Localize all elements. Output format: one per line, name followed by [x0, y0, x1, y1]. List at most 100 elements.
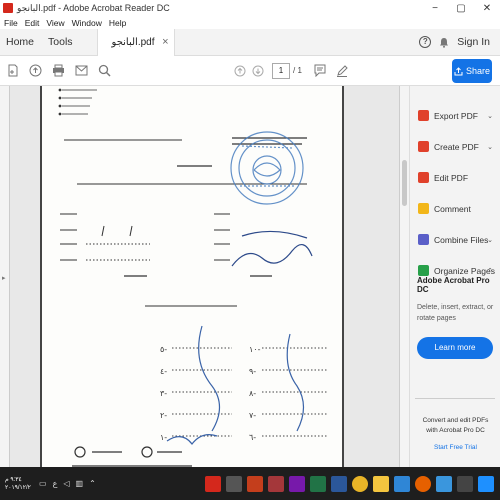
word-taskbar-icon[interactable] [330, 475, 347, 492]
expand-left-panel-icon[interactable]: ▸ [2, 274, 6, 282]
window-title: البانجو.pdf - Adobe Acrobat Reader DC [17, 2, 170, 13]
chrome-taskbar-icon[interactable] [351, 475, 368, 492]
comment-tool-icon [418, 203, 429, 214]
photos-taskbar-icon[interactable] [225, 475, 242, 492]
learn-more-button[interactable]: Learn more [417, 337, 493, 359]
file-explorer-taskbar-icon[interactable] [372, 475, 389, 492]
tool-create-pdf[interactable]: Create PDF ⌄ [410, 131, 500, 162]
next-page-icon[interactable] [252, 65, 264, 77]
svg-text:٣-: ٣- [160, 389, 167, 398]
upload-icon[interactable] [29, 64, 42, 77]
tool-comment[interactable]: Comment [410, 193, 500, 224]
svg-text:١٠-: ١٠- [249, 345, 261, 354]
menu-edit[interactable]: Edit [25, 18, 40, 28]
menu-window[interactable]: Window [72, 18, 102, 28]
tool-export-pdf[interactable]: Export PDF ⌄ [410, 100, 500, 131]
document-tab-label: البانجو.pdf [111, 36, 155, 48]
create-pdf-icon[interactable] [7, 64, 19, 77]
maximize-button[interactable]: ▢ [448, 3, 474, 14]
svg-text:٨-: ٨- [249, 389, 256, 398]
excel-taskbar-icon[interactable] [309, 475, 326, 492]
tab-document[interactable]: البانجو.pdf × [96, 28, 175, 56]
acrobat-taskbar-icon[interactable] [204, 475, 221, 492]
sign-in-link[interactable]: Sign In [457, 36, 490, 48]
prev-page-icon[interactable] [234, 65, 246, 77]
create-pdf-tool-icon [418, 141, 429, 152]
powerpoint-taskbar-icon[interactable] [246, 475, 263, 492]
close-tab-icon[interactable]: × [162, 36, 168, 48]
edit-pdf-icon [418, 172, 429, 183]
tray-overflow-icon[interactable]: ⌃ [89, 479, 96, 488]
share-icon [454, 66, 463, 75]
share-label: Share [465, 66, 491, 76]
svg-text:٤-: ٤- [160, 367, 167, 376]
scanned-document-image: ٥- ٤- ٣- ٢- ١- ١٠- ٩- ٨- ٧- ٦- [58, 88, 327, 467]
search-icon[interactable] [98, 64, 111, 77]
svg-text:١-: ١- [160, 433, 167, 442]
tool-combine-files[interactable]: Combine Files ⌄ [410, 224, 500, 255]
notifications-icon[interactable]: ▭ [39, 479, 47, 488]
svg-text:٥-: ٥- [160, 345, 167, 354]
document-view[interactable]: ▸ ٥- ٤- ٣- ٢- ١- ١٠- ٩- ٨- ٧- ٦- [0, 86, 409, 467]
tool-label: Combine Files [434, 234, 489, 245]
share-button[interactable]: Share [452, 59, 492, 83]
close-window-button[interactable]: ✕ [474, 3, 500, 14]
menu-help[interactable]: Help [109, 18, 126, 28]
svg-text:٦-: ٦- [249, 433, 256, 442]
svg-text:٢-: ٢- [160, 411, 167, 420]
onenote-taskbar-icon[interactable] [288, 475, 305, 492]
tool-label: Comment [434, 203, 471, 214]
scrollbar-thumb[interactable] [402, 160, 407, 206]
bell-icon[interactable] [439, 37, 449, 48]
tab-tools[interactable]: Tools [48, 36, 73, 48]
tool-label: Edit PDF [434, 172, 469, 183]
tool-edit-pdf[interactable]: Edit PDF [410, 162, 500, 193]
tools-panel: Export PDF ⌄ Create PDF ⌄ Edit PDF Comme… [409, 86, 500, 467]
pen-icon[interactable] [336, 64, 348, 77]
pdf-page: ٥- ٤- ٣- ٢- ١- ١٠- ٩- ٨- ٧- ٦- [40, 86, 344, 467]
search-taskbar-icon[interactable] [456, 475, 473, 492]
tool-label: Create PDF [434, 141, 479, 152]
export-pdf-icon [418, 110, 429, 121]
svg-text:٧-: ٧- [249, 411, 256, 420]
menu-bar: File Edit View Window Help [0, 16, 500, 29]
svg-text:٩-: ٩- [249, 367, 256, 376]
left-nav-strip[interactable]: ▸ [0, 86, 10, 467]
vertical-scrollbar[interactable] [399, 86, 409, 467]
pro-upsell: Adobe Acrobat Pro DC Delete, insert, ext… [410, 272, 500, 359]
windows-start-icon[interactable] [477, 475, 494, 492]
minimize-button[interactable]: − [422, 3, 448, 14]
clock[interactable]: ٩:٣٤ م ٢٠١٩/١٢/٢ [5, 476, 33, 492]
clock-time: ٩:٣٤ م [5, 476, 22, 483]
store-taskbar-icon[interactable] [435, 475, 452, 492]
network-icon[interactable]: ▥ [76, 479, 84, 488]
chevron-down-icon[interactable]: ⌄ [487, 143, 493, 151]
acrobat-app-icon [3, 3, 13, 13]
promo-block: Convert and edit PDFs with Acrobat Pro D… [410, 416, 500, 453]
promo-line-2: with Acrobat Pro DC [426, 427, 485, 434]
start-free-trial-link[interactable]: Start Free Trial [410, 443, 500, 453]
page-total: / 1 [293, 66, 302, 75]
system-tray: ▭ ع ◁ ▥ ⌃ [39, 479, 96, 488]
firefox-taskbar-icon[interactable] [414, 475, 431, 492]
edge-taskbar-icon[interactable] [393, 475, 410, 492]
chevron-down-icon[interactable]: ⌄ [487, 236, 493, 244]
taskbar-apps [202, 475, 496, 492]
promo-line-1: Convert and edit PDFs [422, 417, 489, 424]
email-icon[interactable] [75, 64, 88, 77]
title-bar: البانجو.pdf - Adobe Acrobat Reader DC − … [0, 0, 500, 16]
comment-icon[interactable] [314, 64, 326, 77]
help-icon[interactable]: ? [419, 36, 432, 48]
page-number-input[interactable]: 1 [272, 62, 290, 79]
language-indicator[interactable]: ع [53, 479, 58, 488]
combine-files-icon [418, 234, 429, 245]
access-taskbar-icon[interactable] [267, 475, 284, 492]
volume-icon[interactable]: ◁ [63, 479, 69, 488]
main-toolbar: 1 / 1 Share [0, 56, 500, 86]
windows-taskbar: ٩:٣٤ م ٢٠١٩/١٢/٢ ▭ ع ◁ ▥ ⌃ [0, 467, 500, 500]
chevron-down-icon[interactable]: ⌄ [487, 112, 493, 120]
menu-file[interactable]: File [4, 18, 18, 28]
menu-view[interactable]: View [46, 18, 64, 28]
tab-home[interactable]: Home [6, 36, 34, 48]
print-icon[interactable] [52, 64, 65, 77]
